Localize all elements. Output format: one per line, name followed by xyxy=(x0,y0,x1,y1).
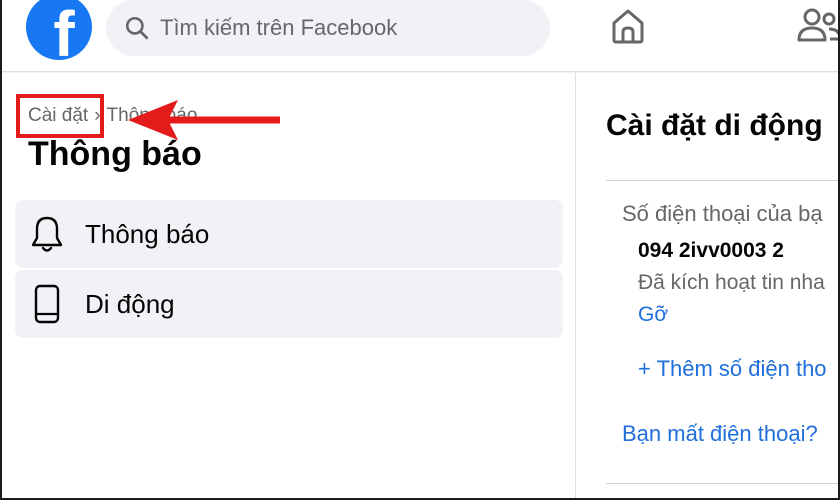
panel-title: Cài đặt di động xyxy=(606,109,823,142)
sms-status-text: Đã kích hoạt tin nha xyxy=(638,271,825,294)
divider xyxy=(606,180,838,181)
phone-section-label: Số điện thoại của bạ xyxy=(622,201,823,226)
sidebar-item-mobile[interactable]: Di động xyxy=(15,270,563,338)
search-input[interactable]: Tìm kiếm trên Facebook xyxy=(106,0,550,56)
lost-phone-link[interactable]: Bạn mất điện thoại? xyxy=(622,421,818,447)
annotation-highlight-box xyxy=(16,94,104,138)
search-placeholder: Tìm kiếm trên Facebook xyxy=(160,15,398,40)
add-phone-link[interactable]: + Thêm số điện tho xyxy=(638,356,827,382)
friends-icon[interactable] xyxy=(796,6,840,46)
remove-phone-link[interactable]: Gỡ xyxy=(638,303,668,327)
bell-icon xyxy=(31,216,63,252)
phone-number: 094 2ivv0003 2 xyxy=(638,239,784,262)
annotation-arrow-icon xyxy=(128,100,280,140)
home-icon[interactable] xyxy=(608,6,648,46)
sidebar-item-notifications[interactable]: Thông báo xyxy=(15,200,563,268)
search-icon xyxy=(125,16,149,40)
facebook-logo[interactable]: f xyxy=(26,0,92,60)
mobile-phone-icon xyxy=(34,284,60,324)
mobile-settings-panel: Cài đặt di động Số điện thoại của bạ 094… xyxy=(578,73,838,498)
facebook-logo-letter: f xyxy=(53,0,75,60)
top-navigation-bar: f Tìm kiếm trên Facebook xyxy=(2,0,840,72)
mobile-settings-card: Cài đặt di động Số điện thoại của bạ 094… xyxy=(578,73,838,498)
divider xyxy=(606,483,838,484)
sidebar-item-label: Di động xyxy=(85,288,175,319)
sidebar-item-label: Thông báo xyxy=(85,218,210,249)
facebook-window: f Tìm kiếm trên Facebook Cài đặt › Thông b… xyxy=(0,0,840,500)
